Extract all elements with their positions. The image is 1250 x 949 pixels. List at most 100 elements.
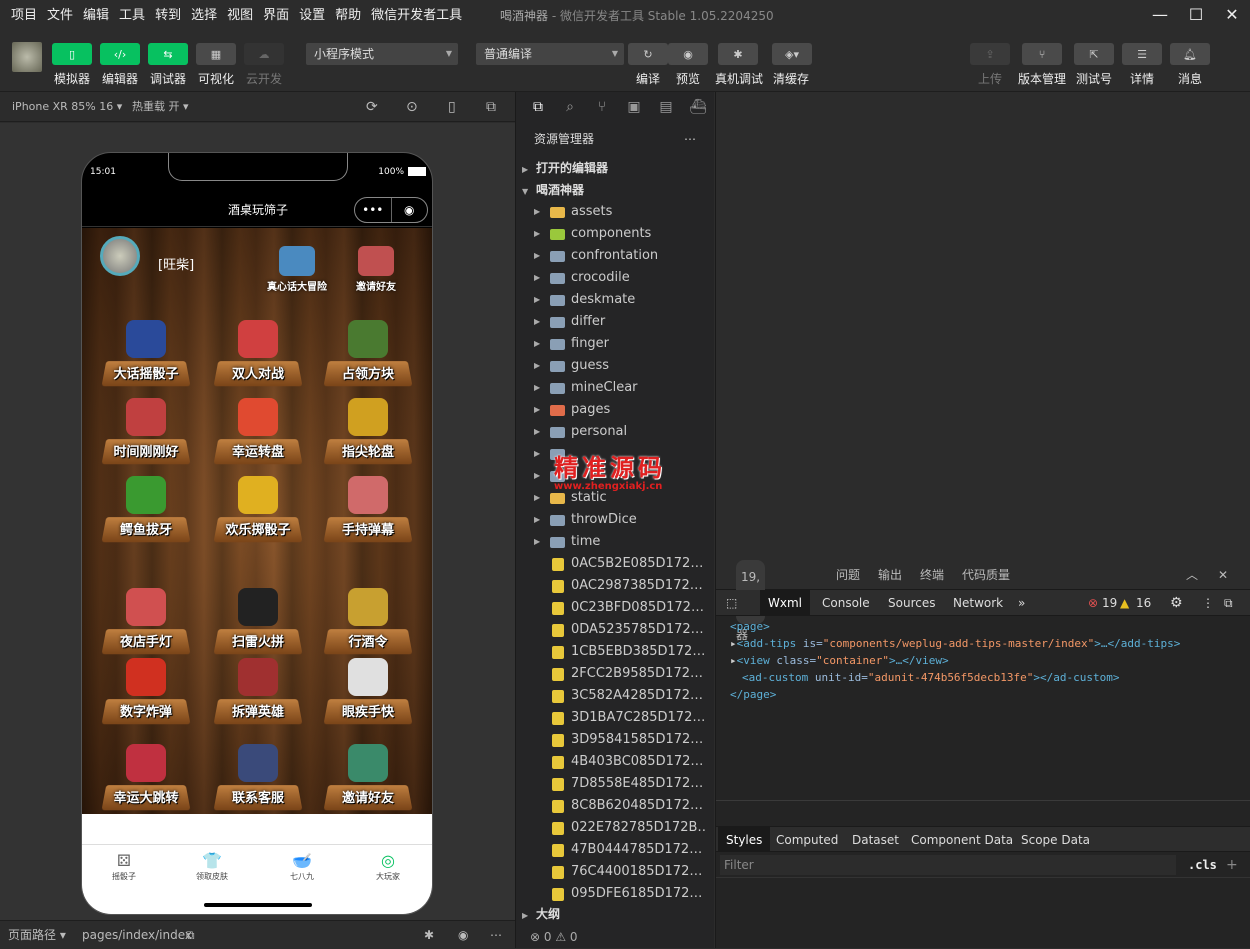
folder-item[interactable]: ▶ pages bbox=[516, 399, 706, 421]
game-tile[interactable]: 数字炸弹 bbox=[100, 654, 192, 728]
details-button[interactable]: ☰ bbox=[1122, 43, 1162, 65]
file-item[interactable]: 0C23BFD085D172BF6A... bbox=[516, 597, 706, 619]
file-item[interactable]: 1CB5EBD385D172BF7A... bbox=[516, 641, 706, 663]
tab-issues[interactable]: 问题 bbox=[836, 560, 860, 590]
popout-icon[interactable]: ⧉ bbox=[486, 92, 496, 122]
file-item[interactable]: 2FCC2B9585D172BF49... bbox=[516, 663, 706, 685]
file-item[interactable]: 0AC2987385D172BF6C... bbox=[516, 575, 706, 597]
tab-dataset[interactable]: Dataset bbox=[852, 827, 899, 853]
cloud-button[interactable]: ☁ bbox=[244, 43, 284, 65]
compile-mode-select[interactable]: 普通编译 ▼ bbox=[476, 43, 624, 65]
menu-view[interactable]: 视图 bbox=[222, 0, 258, 32]
file-item[interactable]: 022E782785D172BF64... bbox=[516, 817, 706, 839]
open-editors-section[interactable]: ▶ 打开的编辑器 bbox=[516, 157, 714, 179]
maximize-button[interactable]: ☐ bbox=[1178, 0, 1214, 32]
inspect-icon[interactable]: ⬚ bbox=[726, 590, 737, 616]
dock-icon[interactable]: ⧉ bbox=[1224, 590, 1233, 616]
storage-icon[interactable]: ▤ bbox=[650, 99, 682, 115]
folder-item[interactable]: ▶ mineClear bbox=[516, 377, 706, 399]
close-window-button[interactable]: ✕ bbox=[1214, 0, 1250, 32]
tab-code-quality[interactable]: 代码质量 bbox=[962, 560, 1010, 590]
messages-button[interactable]: 🔔︎ bbox=[1170, 43, 1210, 65]
problem-status[interactable]: ⊗ 0 ⚠ 0 bbox=[530, 926, 578, 948]
menu-tools[interactable]: 工具 bbox=[114, 0, 150, 32]
visual-button[interactable]: ▦ bbox=[196, 43, 236, 65]
game-tile[interactable]: 眼疾手快 bbox=[322, 654, 414, 728]
file-item[interactable]: 4B403BC085D172BF2D... bbox=[516, 751, 706, 773]
folder-item[interactable]: ▶ guess bbox=[516, 355, 706, 377]
tab-output[interactable]: 输出 bbox=[878, 560, 902, 590]
game-tile[interactable]: 幸运转盘 bbox=[212, 394, 304, 468]
file-item[interactable]: 0AC5B2E085D172BF6C... bbox=[516, 553, 706, 575]
game-tile[interactable]: 鳄鱼拔牙 bbox=[100, 472, 192, 546]
file-item[interactable]: 47B0444785D172BF21... bbox=[516, 839, 706, 861]
stop-icon[interactable]: ⊙ bbox=[406, 92, 418, 122]
bug-icon[interactable]: ✱ bbox=[424, 921, 434, 949]
folder-item[interactable]: ▶ crocodile bbox=[516, 267, 706, 289]
compile-button[interactable]: ↻ bbox=[628, 43, 668, 65]
error-count[interactable]: 19 bbox=[1102, 590, 1117, 616]
hot-reload-toggle[interactable]: 热重载 开 ▾ bbox=[132, 92, 189, 122]
game-tile[interactable]: 邀请好友 bbox=[322, 740, 414, 814]
tab-wxml[interactable]: Wxml bbox=[760, 590, 810, 616]
game-tile[interactable]: 夜店手灯 bbox=[100, 584, 192, 658]
extensions-icon[interactable]: ▣ bbox=[618, 99, 650, 115]
file-item[interactable]: 095DFE6185D172BF6F... bbox=[516, 883, 706, 905]
cls-toggle[interactable]: .cls bbox=[1188, 852, 1217, 878]
device-select[interactable]: iPhone XR 85% 16 ▾ bbox=[12, 92, 122, 122]
game-tile[interactable]: 指尖轮盘 bbox=[322, 394, 414, 468]
warning-count[interactable]: 16 bbox=[1136, 590, 1151, 616]
menu-select[interactable]: 选择 bbox=[186, 0, 222, 32]
filter-input[interactable]: Filter bbox=[720, 855, 1176, 875]
test-account-button[interactable]: ⇱ bbox=[1074, 43, 1114, 65]
file-item[interactable]: 3C582A4285D172BF5A... bbox=[516, 685, 706, 707]
tab-789[interactable]: 🥣 七八九 bbox=[272, 851, 332, 882]
remote-debug-button[interactable]: ✱ bbox=[718, 43, 758, 65]
tab-console[interactable]: Console bbox=[822, 590, 870, 616]
more-icon[interactable]: ⋯ bbox=[684, 124, 696, 154]
expand-icon[interactable]: ▸ bbox=[730, 654, 737, 667]
more-icon[interactable]: ••• bbox=[355, 198, 391, 222]
kebab-icon[interactable]: ⋮ bbox=[1202, 590, 1214, 616]
docker-icon[interactable]: ⛴ bbox=[682, 99, 714, 115]
gear-icon[interactable]: ⚙ bbox=[1170, 590, 1183, 616]
menu-edit[interactable]: 编辑 bbox=[78, 0, 114, 32]
file-item[interactable]: 0DA5235785D172BF6B... bbox=[516, 619, 706, 641]
rotate-icon[interactable]: ⟳ bbox=[366, 92, 378, 122]
folder-item[interactable]: ▶ deskmate bbox=[516, 289, 706, 311]
game-tile[interactable]: 大话摇骰子 bbox=[100, 316, 192, 390]
dom-node-ad-custom[interactable]: <ad-custom unit-id="adunit-474b56f5decb1… bbox=[742, 669, 1120, 686]
phone-icon[interactable]: ▯ bbox=[448, 92, 456, 122]
game-tile[interactable]: 占领方块 bbox=[322, 316, 414, 390]
file-item[interactable]: 76C4400185D172BF10... bbox=[516, 861, 706, 883]
capsule-button[interactable]: ••• ◉ bbox=[354, 197, 428, 223]
folder-item[interactable]: ▶ differ bbox=[516, 311, 706, 333]
menu-interface[interactable]: 界面 bbox=[258, 0, 294, 32]
more-icon[interactable]: ⋯ bbox=[490, 921, 502, 949]
folder-item[interactable]: ▶ finger bbox=[516, 333, 706, 355]
tab-sources[interactable]: Sources bbox=[888, 590, 935, 616]
clear-cache-button[interactable]: ◈▾ bbox=[772, 43, 812, 65]
tab-player[interactable]: ◎ 大玩家 bbox=[358, 851, 418, 882]
dom-node-page[interactable]: <page> bbox=[730, 618, 770, 635]
tab-network[interactable]: Network bbox=[953, 590, 1003, 616]
project-section[interactable]: ▼ 喝酒神器 bbox=[516, 179, 714, 201]
file-item[interactable]: 7D8558E485D172BF1B... bbox=[516, 773, 706, 795]
folder-item[interactable]: ▶ confrontation bbox=[516, 245, 706, 267]
dom-node-page-close[interactable]: </page> bbox=[730, 686, 776, 703]
close-icon[interactable]: ✕ bbox=[1218, 560, 1228, 590]
upload-button[interactable]: ⇪ bbox=[970, 43, 1010, 65]
file-item[interactable]: 3D1BA7C285D172BF5B... bbox=[516, 707, 706, 729]
tab-computed[interactable]: Computed bbox=[776, 827, 838, 853]
tab-dice[interactable]: ⚄ 摇骰子 bbox=[94, 851, 154, 882]
dom-node-view[interactable]: ▸<view class="container">…</view> bbox=[730, 652, 949, 669]
debugger-button[interactable]: ⇆ bbox=[148, 43, 188, 65]
tab-styles[interactable]: Styles bbox=[718, 827, 771, 853]
eye-icon[interactable]: ◉ bbox=[458, 921, 468, 949]
folder-item[interactable]: ▶ components bbox=[516, 223, 706, 245]
folder-item[interactable]: ▶ assets bbox=[516, 201, 706, 223]
truth-or-dare-button[interactable]: 真心话大冒险 bbox=[262, 246, 332, 293]
page-path-select[interactable]: 页面路径 ▾ bbox=[8, 921, 66, 949]
more-tabs-icon[interactable]: » bbox=[1018, 590, 1025, 616]
dom-node-add-tips[interactable]: ▸<add-tips is="components/weplug-add-tip… bbox=[730, 635, 1180, 652]
